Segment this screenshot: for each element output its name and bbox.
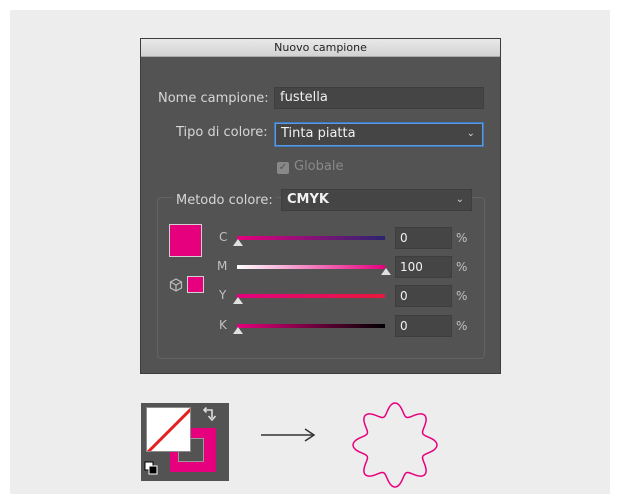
channel-y-unit: %: [456, 289, 468, 303]
channel-k-label: K: [219, 318, 227, 332]
channel-m-thumb[interactable]: [381, 268, 391, 275]
channel-k-unit: %: [456, 319, 468, 333]
swap-arrow-icon[interactable]: [202, 406, 218, 422]
color-type-label: Tipo di colore:: [176, 125, 268, 140]
channel-y-slider[interactable]: [237, 294, 385, 298]
channel-c-label: C: [219, 230, 228, 244]
color-mode-value: CMYK: [287, 192, 329, 207]
channel-k-input[interactable]: 0: [395, 315, 452, 337]
global-label: Globale: [294, 159, 344, 174]
channel-y-label: Y: [219, 288, 227, 302]
channel-k-thumb[interactable]: [233, 327, 243, 334]
channel-y-input[interactable]: 0: [395, 285, 452, 307]
channel-c-thumb[interactable]: [233, 239, 243, 246]
cube-icon: [169, 277, 183, 292]
channel-m-label: M: [217, 259, 228, 273]
channel-m-slider[interactable]: [237, 265, 385, 269]
channel-m-input[interactable]: 100: [395, 256, 452, 278]
color-mode-label: Metodo colore:: [173, 193, 276, 208]
channel-c-slider[interactable]: [237, 236, 385, 240]
swatch-name-input[interactable]: fustella: [274, 87, 484, 109]
default-colors-icon[interactable]: [144, 460, 158, 475]
dialog-title: Nuovo campione: [141, 39, 500, 57]
fill-swatch-none[interactable]: [146, 407, 191, 452]
channel-y-thumb[interactable]: [233, 297, 243, 304]
channel-m-unit: %: [456, 260, 468, 274]
color-type-select[interactable]: Tinta piatta ⌄: [275, 123, 483, 146]
swatch-preview: [169, 224, 202, 257]
channel-k-slider[interactable]: [237, 324, 385, 328]
none-slash-icon: [147, 408, 190, 451]
chevron-down-icon: ⌄: [455, 194, 464, 205]
global-checkbox[interactable]: ✓: [277, 162, 289, 174]
spot-swatch: [187, 276, 204, 293]
wavy-star-shape: [347, 397, 443, 493]
color-type-value: Tinta piatta: [281, 126, 356, 141]
channel-c-input[interactable]: 0: [395, 227, 452, 249]
swatch-name-label: Nome campione:: [158, 91, 269, 106]
arrow-right-icon: [259, 425, 319, 449]
chevron-down-icon: ⌄: [466, 128, 475, 139]
channel-c-unit: %: [456, 231, 468, 245]
color-mode-select[interactable]: CMYK ⌄: [281, 189, 472, 211]
